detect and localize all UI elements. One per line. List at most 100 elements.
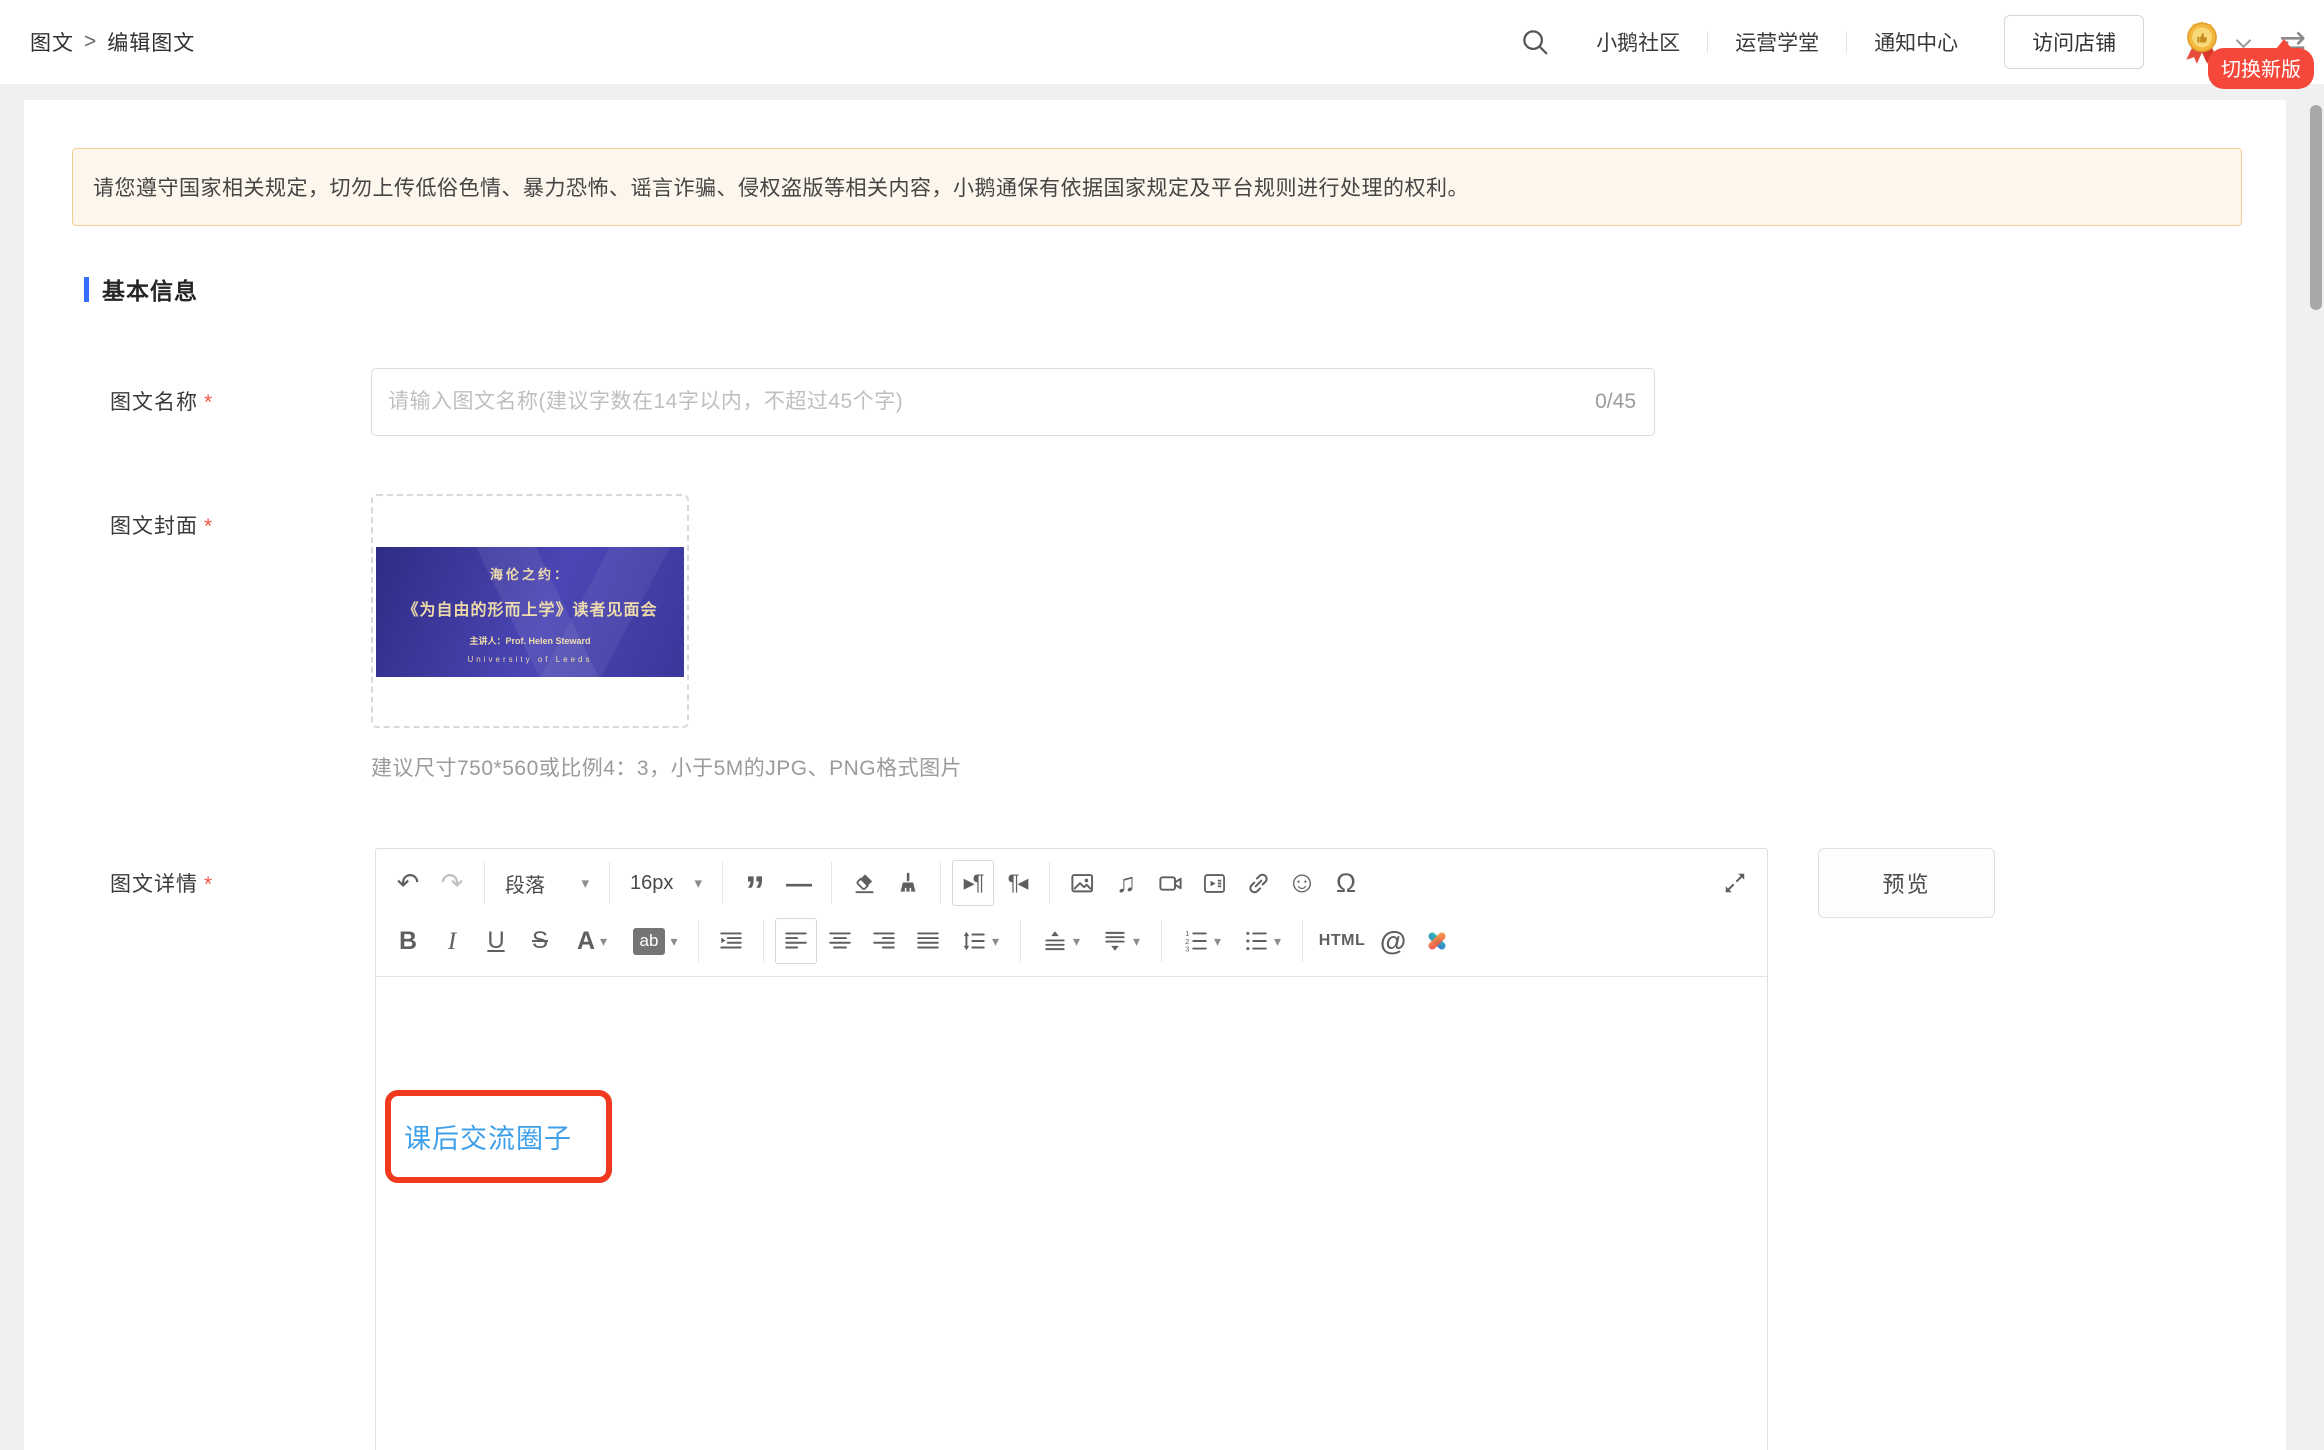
media-play-box-icon xyxy=(1203,873,1225,893)
search-replace-button[interactable]: @ xyxy=(1372,918,1414,964)
colorful-x-plugin-icon xyxy=(1428,932,1446,950)
align-left-button[interactable] xyxy=(775,918,817,964)
nav-community[interactable]: 小鹅社区 xyxy=(1596,27,1680,57)
nav-divider xyxy=(1707,31,1709,53)
remove-indent-button[interactable]: ¶◂ xyxy=(996,860,1038,906)
space-before-paragraph-button[interactable]: ▾ xyxy=(1032,918,1090,964)
visit-store-button[interactable]: 访问店铺 xyxy=(2004,15,2145,69)
italic-button[interactable]: I xyxy=(431,918,473,964)
highlight-color-icon: ab xyxy=(632,927,666,955)
font-size-select[interactable]: 16px ▾ xyxy=(620,860,712,906)
smiley-icon: ☺ xyxy=(1286,866,1318,899)
svg-text:3: 3 xyxy=(1185,944,1189,953)
bold-icon: B xyxy=(398,926,418,955)
paragraph-style-select[interactable]: 段落 ▾ xyxy=(495,860,599,906)
scrollbar-track[interactable] xyxy=(2308,84,2324,1450)
strikethrough-icon: S xyxy=(531,927,548,954)
strikethrough-button[interactable]: S xyxy=(519,918,561,964)
nav-divider xyxy=(1846,31,1848,53)
undo-button[interactable]: ↶ xyxy=(387,860,429,906)
align-justify-icon xyxy=(917,932,939,949)
content-link[interactable]: 课后交流圈子 xyxy=(404,1117,572,1156)
horizontal-rule-button[interactable]: — xyxy=(778,860,820,906)
unordered-list-icon xyxy=(1246,931,1267,951)
insert-media-button[interactable] xyxy=(1193,860,1235,906)
detail-label-text: 图文详情 xyxy=(110,873,198,896)
italic-icon: I xyxy=(447,927,457,955)
poster-title: 海伦之约： xyxy=(489,567,570,582)
toolbar-separator xyxy=(1020,920,1021,962)
search-button[interactable] xyxy=(1518,25,1552,59)
chevron-down-icon[interactable] xyxy=(2235,32,2252,48)
required-asterisk: * xyxy=(204,515,214,538)
undo-icon: ↶ xyxy=(396,867,420,898)
required-asterisk: * xyxy=(204,873,214,896)
poster-subtitle: 《为自由的形而上学》读者见面会 xyxy=(402,602,658,619)
section-header: 基本信息 xyxy=(84,272,198,306)
compliance-notice-banner: 请您遵守国家相关规定，切勿上传低俗色情、暴力恐怖、谣言诈骗、侵权盗版等相关内容，… xyxy=(72,148,2242,226)
line-height-button[interactable]: ▾ xyxy=(951,918,1009,964)
cover-upload-box[interactable]: 海伦之约： 《为自由的形而上学》读者见面会 主讲人：Prof. Helen St… xyxy=(371,494,689,728)
caret-down-icon: ▾ xyxy=(670,932,678,949)
align-right-button[interactable] xyxy=(863,918,905,964)
font-color-button[interactable]: A ▾ xyxy=(563,918,621,964)
indent-icon xyxy=(720,932,742,949)
editor-content-area[interactable]: 课后交流圈子 xyxy=(376,977,1767,1450)
insert-video-button[interactable] xyxy=(1149,860,1191,906)
section-accent-bar xyxy=(84,276,89,302)
breadcrumb-parent[interactable]: 图文 xyxy=(30,27,74,57)
cover-hint: 建议尺寸750*560或比例4：3，小于5M的JPG、PNG格式图片 xyxy=(371,757,963,780)
toolbar-separator xyxy=(1302,920,1303,962)
toolbar-separator xyxy=(698,920,699,962)
article-name-input[interactable] xyxy=(388,390,1582,414)
toolbar-separator xyxy=(484,862,485,904)
preview-button[interactable]: 预览 xyxy=(1818,848,1995,918)
space-after-icon xyxy=(1105,931,1125,951)
special-char-button[interactable]: Ω xyxy=(1325,860,1367,906)
highlight-color-button[interactable]: ab ▾ xyxy=(623,918,687,964)
bold-button[interactable]: B xyxy=(387,918,429,964)
switch-version-badge[interactable]: 切换新版 xyxy=(2208,39,2314,89)
top-header: 图文 > 编辑图文 小鹅社区 运营学堂 通知中心 访问店铺 ⇄ 切换新版 xyxy=(0,0,2324,89)
blockquote-button[interactable]: ” xyxy=(734,860,776,911)
horizontal-rule-icon: — xyxy=(786,868,812,898)
ordered-list-icon: 1 2 3 xyxy=(1185,929,1207,953)
format-painter-button[interactable] xyxy=(887,860,929,906)
plugin-button[interactable] xyxy=(1416,918,1458,964)
toolbar-separator xyxy=(609,862,610,904)
video-camera-icon xyxy=(1158,875,1182,891)
caret-down-icon: ▾ xyxy=(1072,932,1081,949)
fullscreen-button[interactable] xyxy=(1714,860,1756,906)
insert-emoji-button[interactable]: ☺ xyxy=(1281,860,1323,906)
cover-label-text: 图文封面 xyxy=(110,515,198,538)
html-icon: HTML xyxy=(1318,932,1366,949)
space-after-paragraph-button[interactable]: ▾ xyxy=(1092,918,1150,964)
underline-button[interactable]: U xyxy=(475,918,517,964)
redo-button[interactable]: ↷ xyxy=(431,860,473,906)
first-line-indent-button[interactable]: ▸¶ xyxy=(952,860,994,906)
toolbar-row-2: B I U S A ▾ ab ▾ ▾ ▾ ▾ 1 2 3 ▾ ▾ HTML @ xyxy=(386,912,1757,970)
unordered-list-button[interactable]: ▾ xyxy=(1233,918,1291,964)
align-justify-button[interactable] xyxy=(907,918,949,964)
caret-down-icon: ▾ xyxy=(600,932,608,949)
clear-format-button[interactable] xyxy=(843,860,885,906)
line-height-icon xyxy=(963,931,985,951)
article-name-label: 图文名称 * xyxy=(110,388,213,418)
insert-link-button[interactable] xyxy=(1237,860,1279,906)
nav-notification-center[interactable]: 通知中心 xyxy=(1874,27,1958,57)
nav-academy[interactable]: 运营学堂 xyxy=(1735,27,1819,57)
insert-image-button[interactable] xyxy=(1061,860,1103,906)
html-source-button[interactable]: HTML xyxy=(1314,918,1370,964)
ordered-list-button[interactable]: 1 2 3 ▾ xyxy=(1173,918,1231,964)
caret-down-icon: ▾ xyxy=(1213,932,1222,949)
link-icon xyxy=(1248,873,1268,893)
eraser-icon xyxy=(855,874,874,894)
indent-button[interactable] xyxy=(710,918,752,964)
rich-text-editor: ↶ ↷ 段落 ▾ 16px ▾ ” — ▸¶ ¶◂ ♫ ☺ Ω B I U S … xyxy=(375,848,1768,1450)
detail-label: 图文详情 * xyxy=(110,870,213,900)
insert-audio-button[interactable]: ♫ xyxy=(1105,860,1147,906)
scrollbar-thumb[interactable] xyxy=(2310,105,2322,310)
align-center-button[interactable] xyxy=(819,918,861,964)
image-icon xyxy=(1070,873,1093,892)
caret-down-icon: ▾ xyxy=(1132,932,1141,949)
